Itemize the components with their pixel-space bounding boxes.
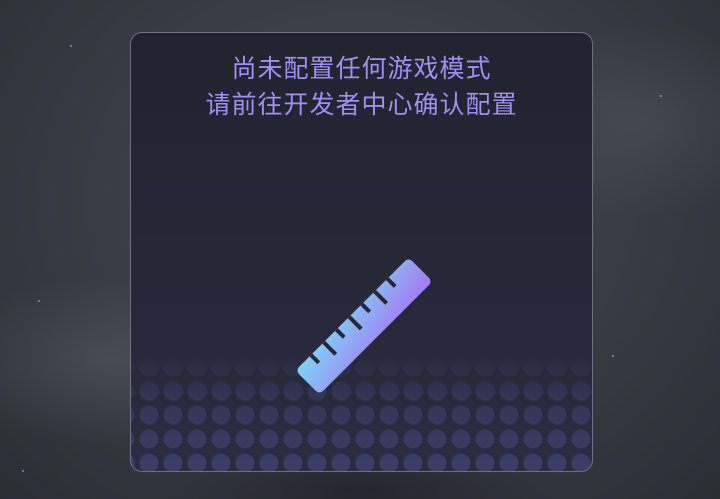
ruler-pencil-icon [296,258,432,394]
background-star [38,300,40,302]
background-star [612,355,614,357]
background-star [22,470,24,472]
empty-state-message: 尚未配置任何游戏模式 请前往开发者中心确认配置 [131,51,592,123]
message-line-1: 尚未配置任何游戏模式 [231,54,492,83]
message-line-2: 请前往开发者中心确认配置 [205,90,518,119]
background-star [660,95,662,97]
background-star [70,45,72,47]
empty-state-card: 尚未配置任何游戏模式 请前往开发者中心确认配置 [130,32,593,472]
